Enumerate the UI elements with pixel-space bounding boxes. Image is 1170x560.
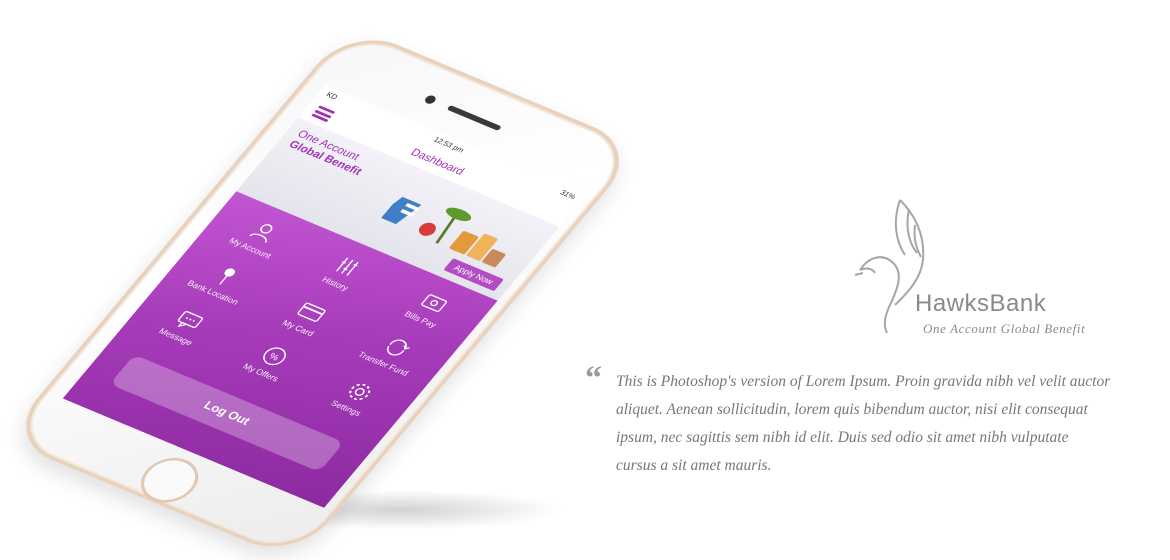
user-icon xyxy=(249,224,273,243)
tile-bank-location[interactable]: Bank Location xyxy=(173,251,272,312)
brand-name: HawksBank xyxy=(915,290,1047,317)
brand-block: HawksBank One Account Global Benefit xyxy=(845,195,1115,345)
carrier-label: KD xyxy=(324,90,340,101)
svg-text:%: % xyxy=(266,351,281,363)
speaker-icon xyxy=(446,104,502,131)
tile-history[interactable]: History xyxy=(295,242,394,303)
transfer-icon xyxy=(386,339,410,356)
tile-bills-pay[interactable]: Bills Pay xyxy=(380,278,479,339)
brand-tagline: One Account Global Benefit xyxy=(923,321,1086,336)
phone-body: KD 12:53 pm 31% Dashboard One Account Gl… xyxy=(2,25,643,560)
bills-icon xyxy=(421,294,448,312)
location-pin-icon xyxy=(219,268,236,285)
tile-transfer-fund[interactable]: Transfer Fund xyxy=(343,322,442,383)
history-icon xyxy=(335,257,359,276)
message-icon xyxy=(177,311,203,328)
gear-icon xyxy=(349,383,371,401)
tile-settings[interactable]: Settings xyxy=(306,367,405,428)
tile-message[interactable]: Message xyxy=(136,296,235,357)
phone-screen: KD 12:53 pm 31% Dashboard One Account Gl… xyxy=(62,84,587,508)
camera-icon xyxy=(422,94,438,106)
card-icon xyxy=(297,302,326,322)
offer-icon: % xyxy=(263,347,286,366)
tile-my-card[interactable]: My Card xyxy=(258,287,357,348)
home-button[interactable] xyxy=(129,450,210,510)
tile-my-offers[interactable]: % My Offers xyxy=(221,331,320,392)
quote-mark-icon: “ xyxy=(585,360,602,397)
tile-my-account[interactable]: My Account xyxy=(210,207,309,268)
testimonial-quote: “ This is Photoshop's version of Lorem I… xyxy=(585,362,1125,480)
quote-text: This is Photoshop's version of Lorem Ips… xyxy=(616,373,1111,474)
